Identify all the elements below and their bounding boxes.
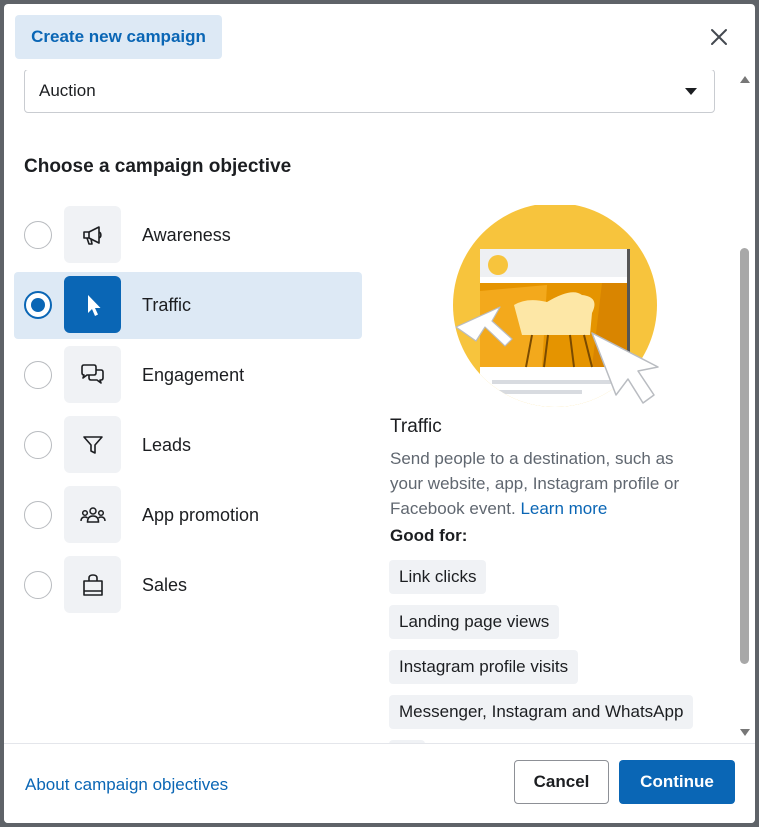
scroll-thumb[interactable] — [740, 248, 749, 664]
objective-detail-description: Send people to a destination, such as yo… — [390, 446, 710, 521]
objective-option-leads[interactable]: Leads — [14, 412, 362, 479]
dialog-content: Auction Choose a campaign objective Awar… — [4, 70, 737, 743]
learn-more-link[interactable]: Learn more — [520, 499, 607, 518]
objective-detail-title: Traffic — [390, 416, 442, 437]
continue-button[interactable]: Continue — [619, 760, 735, 804]
objective-label: App promotion — [142, 505, 260, 525]
objective-option-engagement[interactable]: Engagement — [14, 342, 362, 409]
cursor-icon — [87, 294, 100, 316]
cancel-button[interactable]: Cancel — [514, 760, 609, 804]
app-promotion-icon-box — [64, 486, 121, 543]
good-for-chip: Link clicks — [389, 560, 487, 594]
shopping-bag-icon — [82, 573, 103, 596]
dialog-header: Create new campaign — [4, 4, 755, 70]
radio-app-promotion[interactable] — [24, 501, 52, 529]
close-icon — [711, 29, 727, 45]
buying-type-select[interactable]: Auction — [24, 70, 715, 113]
objective-label: Leads — [142, 435, 192, 455]
sales-icon-box — [64, 556, 121, 613]
good-for-chip: Landing page views — [389, 605, 560, 639]
scroll-up-arrow-icon[interactable] — [739, 74, 751, 84]
objective-label: Traffic — [142, 295, 192, 315]
dialog-footer: About campaign objectives Cancel Continu… — [4, 743, 755, 823]
scroll-down-arrow-icon[interactable] — [739, 728, 751, 738]
good-for-chip: Messenger, Instagram and WhatsApp — [389, 695, 694, 729]
good-for-chip: Instagram profile visits — [389, 650, 579, 684]
traffic-icon-box — [64, 276, 121, 333]
buying-type-value: Auction — [39, 81, 96, 100]
radio-sales[interactable] — [24, 571, 52, 599]
objective-section-title: Choose a campaign objective — [24, 156, 292, 177]
objective-label: Sales — [142, 575, 188, 595]
close-button[interactable] — [704, 22, 734, 52]
traffic-illustration — [453, 205, 659, 407]
filter-icon — [82, 435, 103, 454]
chat-bubbles-icon — [80, 363, 104, 384]
about-campaign-objectives-link[interactable]: About campaign objectives — [25, 775, 228, 795]
good-for-label: Good for: — [390, 526, 468, 545]
objective-label: Awareness — [142, 225, 231, 245]
awareness-icon-box — [64, 206, 121, 263]
megaphone-icon — [82, 225, 102, 245]
radio-engagement[interactable] — [24, 361, 52, 389]
objective-label: Engagement — [142, 365, 245, 385]
caret-down-icon — [685, 88, 697, 95]
objective-option-sales[interactable]: Sales — [14, 552, 362, 619]
objective-option-app-promotion[interactable]: App promotion — [14, 482, 362, 549]
dialog-title: Create new campaign — [15, 15, 222, 59]
create-campaign-dialog: Create new campaign Auction Choose a cam… — [4, 4, 755, 823]
radio-traffic[interactable] — [24, 291, 52, 319]
objective-option-awareness[interactable]: Awareness — [14, 202, 362, 269]
leads-icon-box — [64, 416, 121, 473]
engagement-icon-box — [64, 346, 121, 403]
objective-option-traffic[interactable]: Traffic — [14, 272, 362, 339]
radio-awareness[interactable] — [24, 221, 52, 249]
people-icon — [79, 506, 106, 523]
content-scrollbar[interactable] — [739, 70, 753, 743]
radio-leads[interactable] — [24, 431, 52, 459]
